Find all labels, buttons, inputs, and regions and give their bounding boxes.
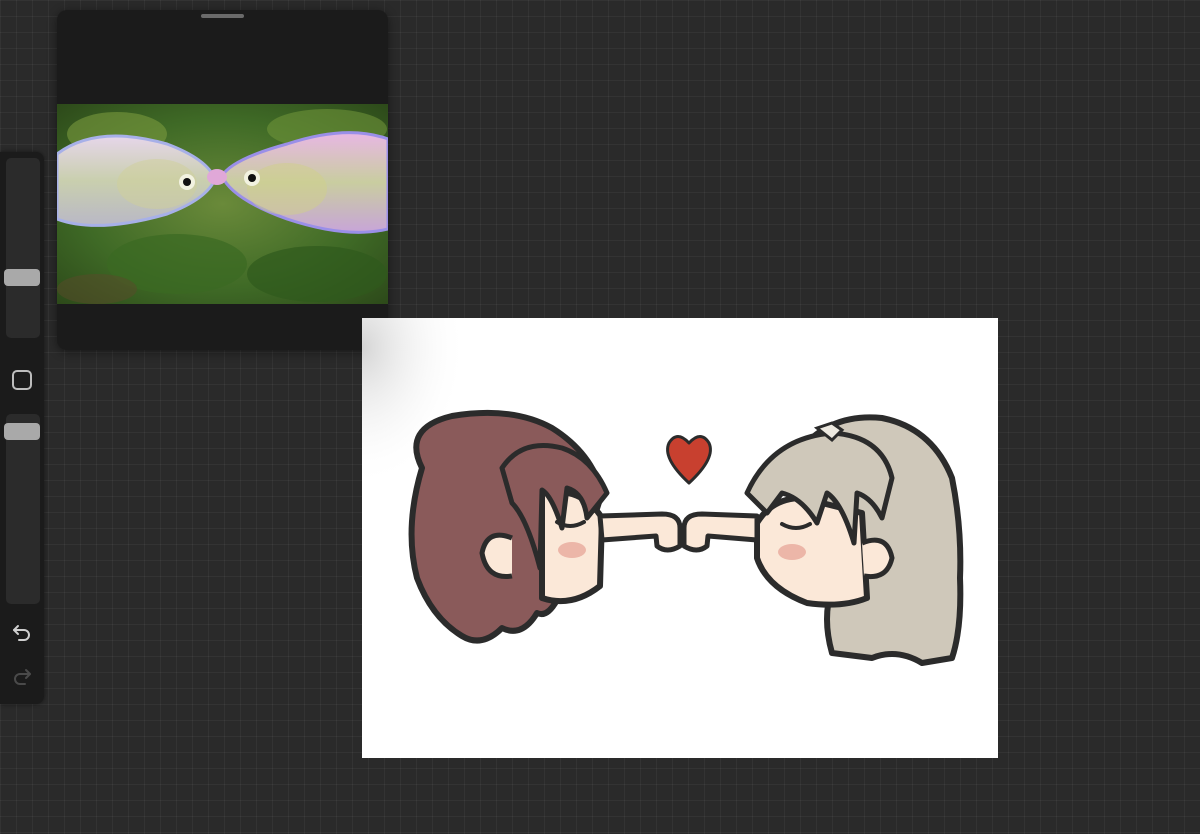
reference-window[interactable] (57, 10, 388, 350)
left-character (408, 409, 683, 644)
modify-button[interactable] (12, 370, 32, 390)
drag-handle-icon[interactable] (201, 14, 244, 18)
procreate-workspace (0, 0, 1200, 834)
undo-arrow-icon[interactable] (10, 620, 34, 644)
brush-opacity-slider[interactable] (4, 414, 40, 604)
brush-opacity-thumb[interactable] (4, 423, 40, 440)
brush-size-thumb[interactable] (4, 269, 40, 286)
redo-arrow-icon[interactable] (10, 664, 34, 688)
heart-icon (666, 435, 712, 485)
brush-size-slider[interactable] (4, 158, 40, 338)
left-tool-sidebar (0, 152, 44, 704)
drawing-canvas[interactable] (362, 318, 998, 758)
reference-image (57, 104, 388, 304)
canvas-artwork (362, 318, 964, 666)
right-character (681, 414, 964, 666)
